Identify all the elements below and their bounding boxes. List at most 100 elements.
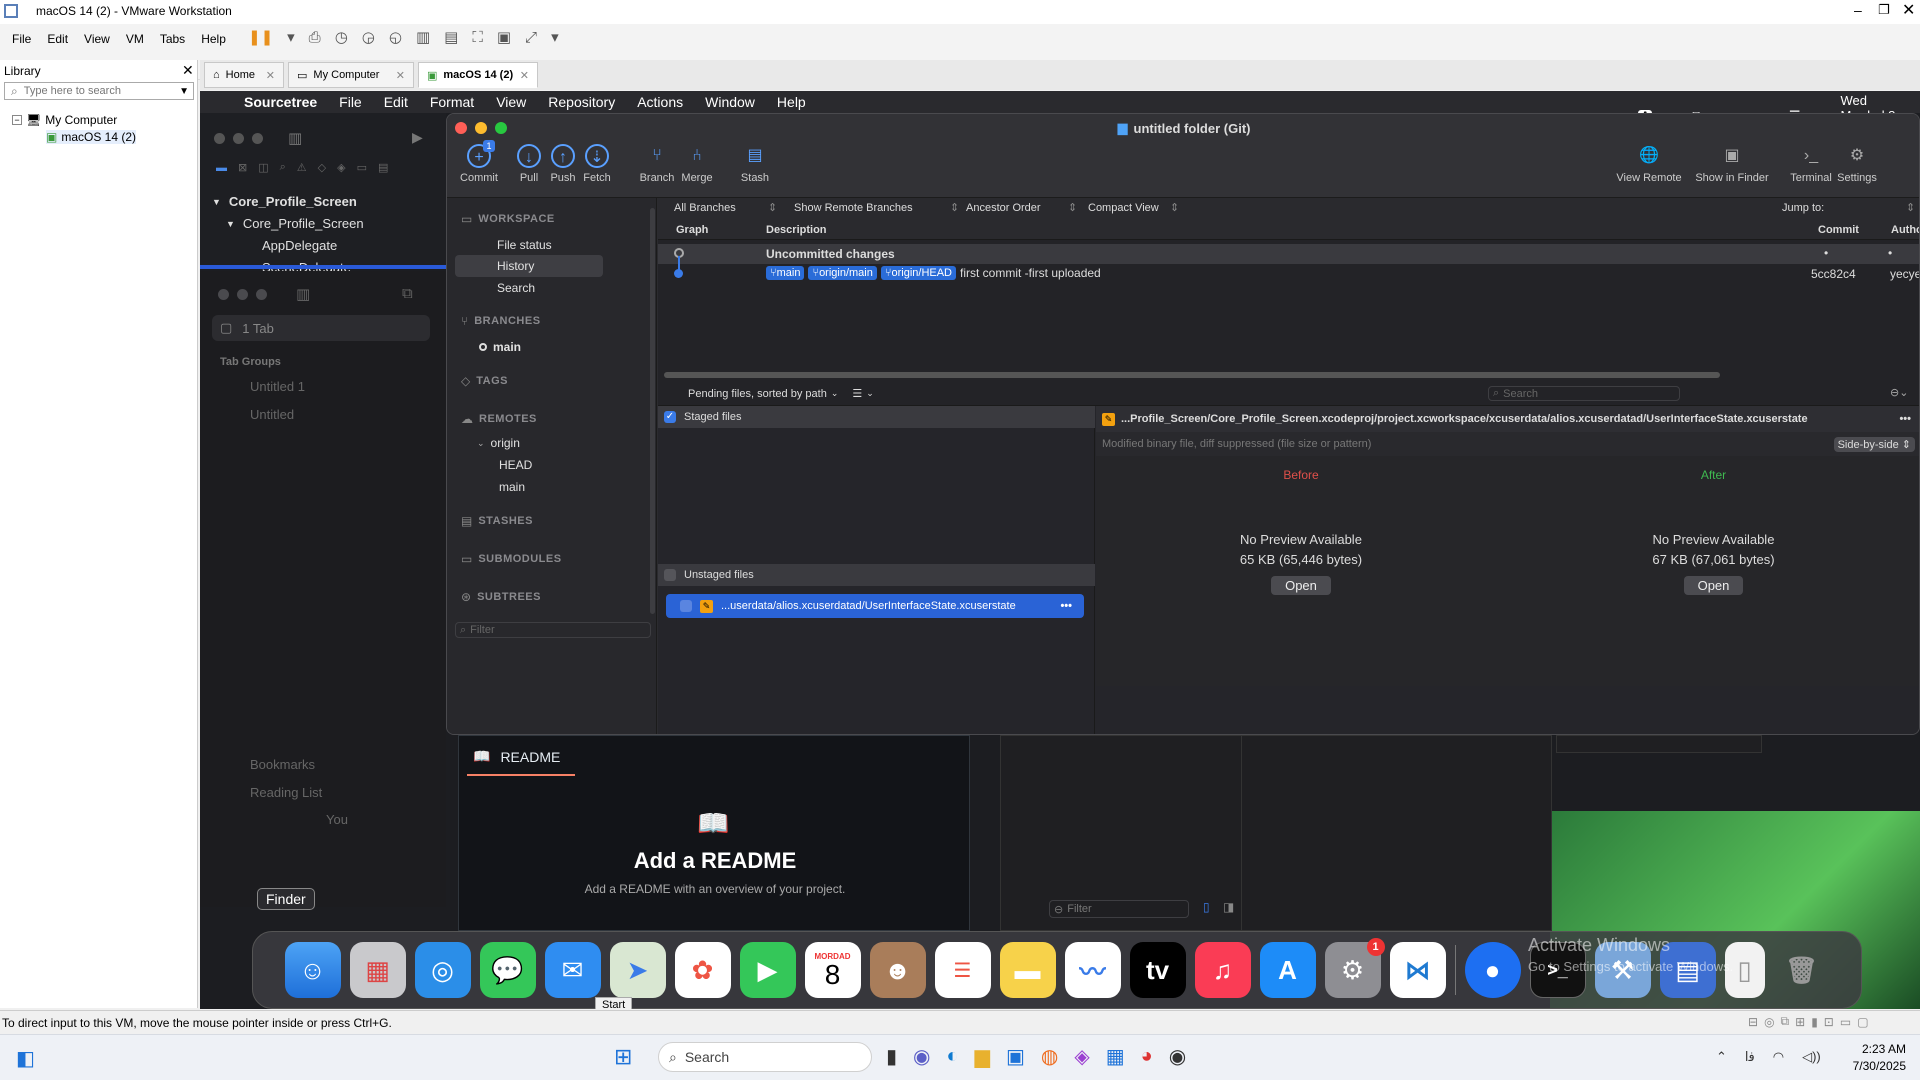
tree-item-my-computer[interactable]: − 🖥 My Computer xyxy=(12,113,117,127)
order-filter[interactable]: Ancestor Order xyxy=(966,202,1041,214)
notes-icon[interactable]: ▬ xyxy=(999,942,1056,998)
sidebar-item-search[interactable]: Search xyxy=(497,281,535,295)
unstaged-header[interactable]: Unstaged files xyxy=(658,564,1095,586)
sidebar-item-history[interactable]: History xyxy=(497,259,534,273)
chevron-up-icon[interactable]: ⌃ xyxy=(1716,1049,1727,1065)
usb-icon[interactable]: ⊞ xyxy=(1795,1015,1805,1029)
chevron-updown-icon[interactable]: ⇕ xyxy=(1170,201,1179,214)
tags-header[interactable]: ◇ TAGS xyxy=(461,374,508,388)
menu-file[interactable]: File xyxy=(12,32,31,46)
teams-icon[interactable]: ◉ xyxy=(913,1044,930,1069)
remote-branches-filter[interactable]: Show Remote Branches xyxy=(794,202,913,214)
windows-start-icon[interactable]: ⊞ xyxy=(614,1044,632,1070)
branches-header[interactable]: ⑂ BRANCHES xyxy=(461,314,541,328)
report-icon[interactable]: ▤ xyxy=(378,161,388,174)
file-explorer-icon[interactable]: ▆ xyxy=(975,1044,990,1069)
close-icon[interactable]: ✕ xyxy=(266,69,275,82)
minimize-dot[interactable] xyxy=(237,289,248,300)
close-button[interactable]: ✕ xyxy=(1902,0,1915,20)
horizontal-scrollbar[interactable] xyxy=(664,372,1720,378)
vm-screen[interactable]: Sourcetree File Edit Format View Reposit… xyxy=(200,91,1920,1009)
sourcetree-icon[interactable]: ● xyxy=(1464,942,1521,998)
sidebar-item-file-status[interactable]: File status xyxy=(497,238,552,252)
taskbar-search-input[interactable]: Search xyxy=(685,1049,729,1065)
dropdown-arrow-icon[interactable]: ▾ xyxy=(287,28,295,46)
readme-tab[interactable]: 📖 README xyxy=(473,748,560,765)
project-item[interactable]: ▼Core_Profile_Screen? xyxy=(212,191,554,213)
maps-icon[interactable]: ➤ xyxy=(609,942,666,998)
run-icon[interactable]: ▶ xyxy=(412,129,423,146)
dropdown-arrow-icon[interactable]: ▾ xyxy=(551,28,559,46)
menu-tabs[interactable]: Tabs xyxy=(160,32,185,46)
minimize-button[interactable]: – xyxy=(1854,2,1862,18)
chevron-down-icon[interactable]: ▼ xyxy=(226,213,235,235)
display-icon[interactable]: ▭ xyxy=(1840,1015,1851,1029)
file-checkbox[interactable] xyxy=(680,600,692,612)
chevron-down-icon[interactable]: ⌄ xyxy=(477,438,485,449)
open-before-button[interactable]: Open xyxy=(1271,576,1331,595)
library-toggle-icon[interactable]: ▥ xyxy=(416,28,430,46)
chevron-updown-icon[interactable]: ⇕ xyxy=(768,201,777,214)
maximize-button[interactable]: ❐ xyxy=(1878,2,1890,18)
edge-icon[interactable]: ◐ xyxy=(946,1045,958,1068)
task-view-icon[interactable]: ◧ xyxy=(16,1046,35,1071)
minimize-dot[interactable] xyxy=(233,133,244,144)
view-filter[interactable]: Compact View xyxy=(1088,202,1159,214)
finder-filter[interactable]: ⊖ Filter xyxy=(1049,900,1189,918)
branch-tag[interactable]: ⑂main xyxy=(766,266,805,280)
hdd-icon[interactable]: ⊟ xyxy=(1748,1015,1758,1029)
chrome-icon[interactable]: ◕ xyxy=(1141,1045,1153,1068)
store-icon[interactable]: ▣ xyxy=(1006,1044,1025,1069)
tab-group-item[interactable]: Untitled xyxy=(250,407,294,422)
music-icon[interactable]: ♫ xyxy=(1194,942,1251,998)
messages-icon[interactable]: 💬 xyxy=(479,942,536,998)
menu-help[interactable]: Help xyxy=(777,94,806,110)
menu-file[interactable]: File xyxy=(339,94,362,110)
menu-format[interactable]: Format xyxy=(430,94,474,110)
freeform-icon[interactable]: 〰 xyxy=(1064,942,1121,998)
history-row-commit[interactable]: ⑂main ⑂origin/main ⑂origin/HEAD first co… xyxy=(658,264,1919,284)
unstaged-file-row[interactable]: ✎ ...userdata/alios.xcuserdatad/UserInte… xyxy=(666,594,1084,618)
taskbar-clock[interactable]: 2:23 AM 7/30/2025 xyxy=(1834,1041,1906,1075)
group-item[interactable]: ▼ Core_Profile_Screen xyxy=(212,213,364,235)
chevron-down-icon[interactable]: ⌄ xyxy=(831,388,839,399)
shared-with-you-item[interactable]: You xyxy=(326,812,348,827)
tree-item-macos[interactable]: ▣ macOS 14 (2) xyxy=(46,130,137,144)
column-description[interactable]: Description xyxy=(766,224,827,236)
sidebar-toggle-icon[interactable]: ▥ xyxy=(288,129,302,147)
chevron-updown-icon[interactable]: ⇕ xyxy=(1906,201,1915,214)
apple-tv-icon[interactable]: tv xyxy=(1129,942,1186,998)
zoom-dot[interactable] xyxy=(252,133,263,144)
debug-icon[interactable]: ◈ xyxy=(337,161,345,174)
snapshot-manager-icon[interactable]: ◵ xyxy=(389,28,402,46)
menu-repository[interactable]: Repository xyxy=(548,94,615,110)
show-in-finder-button[interactable]: ▣ Show in Finder xyxy=(1687,144,1777,184)
view-toggle-icon[interactable]: ▯ xyxy=(1203,900,1210,914)
menu-view[interactable]: View xyxy=(84,32,110,46)
language-icon[interactable]: ﻓا xyxy=(1745,1049,1755,1065)
menu-window[interactable]: Window xyxy=(705,94,755,110)
diff-mode-select[interactable]: Side-by-side ⇕ xyxy=(1833,436,1915,452)
close-icon[interactable]: ✕ xyxy=(520,69,529,82)
tab-my-computer[interactable]: ▭ My Computer ✕ xyxy=(288,62,414,88)
tab-macos[interactable]: ▣ macOS 14 (2) ✕ xyxy=(418,62,538,88)
zoom-dot[interactable] xyxy=(256,289,267,300)
find-icon[interactable]: ⌕ xyxy=(280,161,286,174)
cd-icon[interactable]: ◎ xyxy=(1764,1015,1774,1029)
app-icon[interactable]: ◈ xyxy=(1074,1044,1089,1069)
file-item[interactable]: AppDelegate xyxy=(212,235,364,257)
task-view-button-icon[interactable]: ▮ xyxy=(886,1044,897,1069)
remotes-header[interactable]: ☁ REMOTES xyxy=(461,412,537,426)
vscode-icon[interactable]: ⋈ xyxy=(1389,942,1446,998)
library-close-icon[interactable]: ✕ xyxy=(182,62,194,79)
inspector-icon[interactable]: ◨ xyxy=(1223,900,1234,914)
finder-filter-input[interactable]: Filter xyxy=(1067,903,1091,915)
fullscreen-icon[interactable]: ⛶ xyxy=(472,29,483,46)
snapshot-icon[interactable]: ◷ xyxy=(335,28,348,46)
calendar-icon[interactable]: MORDAD 8 xyxy=(804,942,861,998)
network-icon[interactable]: ⧉ xyxy=(1781,1014,1790,1029)
more-icon[interactable]: ••• xyxy=(1899,413,1911,425)
sidebar-toggle-icon[interactable]: ▥ xyxy=(296,285,310,303)
stash-button[interactable]: ▤ Stash xyxy=(723,144,787,184)
close-dot[interactable] xyxy=(214,133,225,144)
